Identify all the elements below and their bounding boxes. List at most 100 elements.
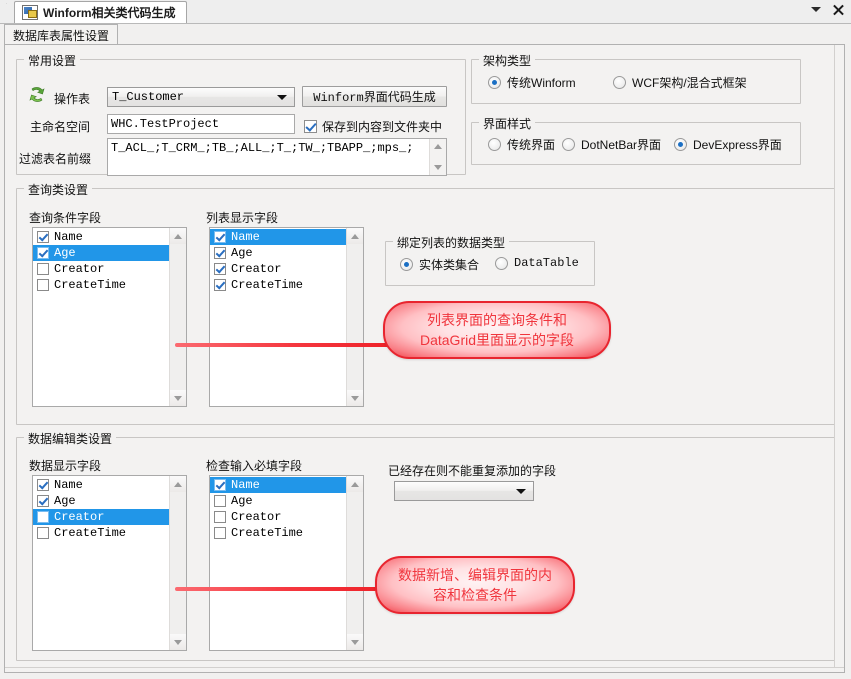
- list-item[interactable]: Creator: [210, 261, 346, 277]
- winform-icon: [22, 5, 38, 20]
- close-icon[interactable]: [832, 3, 845, 16]
- chevron-down-icon[interactable]: [811, 7, 821, 12]
- group-arch-type-title: 架构类型: [479, 52, 536, 69]
- scroll-up-icon[interactable]: [170, 228, 186, 244]
- listbox-data-display-fields[interactable]: Name Age Creator CreateTime: [32, 475, 187, 651]
- generate-winform-code-button[interactable]: Winform界面代码生成: [302, 86, 447, 107]
- list-item-checkbox[interactable]: [214, 279, 226, 291]
- list-item-checkbox[interactable]: [37, 479, 49, 491]
- query-callout-connector: [175, 343, 390, 347]
- radio-datatable[interactable]: DataTable: [495, 256, 579, 270]
- list-item-checkbox[interactable]: [214, 247, 226, 259]
- label-list-display-fields: 列表显示字段: [206, 211, 279, 225]
- list-item-label: Age: [231, 246, 253, 260]
- scroll-down-icon[interactable]: [170, 634, 186, 650]
- radio-devexpress-ui-label: DevExpress界面: [693, 138, 782, 152]
- app-window: Winform相关类代码生成 数据库表属性设置 常用设置 操作表 T_Custo…: [0, 0, 851, 679]
- scroll-up-icon[interactable]: [170, 476, 186, 492]
- group-bind-data-type-title: 绑定列表的数据类型: [393, 234, 510, 251]
- list-item-checkbox[interactable]: [214, 527, 226, 539]
- list-item-label: Name: [54, 230, 83, 244]
- label-required-input-fields: 检查输入必填字段: [206, 459, 303, 473]
- list-item[interactable]: Age: [210, 493, 346, 509]
- list-item[interactable]: Creator: [33, 261, 169, 277]
- listbox-scrollbar[interactable]: [346, 476, 363, 650]
- list-item-checkbox[interactable]: [37, 247, 49, 259]
- radio-indicator: [488, 76, 501, 89]
- list-item[interactable]: Name: [33, 229, 169, 245]
- scroll-up-icon[interactable]: [430, 139, 446, 154]
- list-item-checkbox[interactable]: [214, 511, 226, 523]
- listbox-list-display-fields[interactable]: Name Age Creator CreateTime: [209, 227, 364, 407]
- list-item-label: Name: [231, 230, 260, 244]
- radio-devexpress-ui[interactable]: DevExpress界面: [674, 136, 782, 153]
- radio-entity-collection[interactable]: 实体类集合: [400, 256, 479, 273]
- list-item-checkbox[interactable]: [37, 495, 49, 507]
- list-item-checkbox[interactable]: [37, 231, 49, 243]
- radio-indicator: [488, 138, 501, 151]
- group-common-settings: 常用设置 操作表 T_Customer Winform界面代码生成 主命名空间 …: [16, 52, 466, 176]
- list-item[interactable]: CreateTime: [33, 277, 169, 293]
- list-item[interactable]: Creator: [33, 509, 169, 525]
- main-namespace-value: WHC.TestProject: [111, 117, 220, 131]
- radio-traditional-winform-label: 传统Winform: [507, 76, 576, 90]
- list-item[interactable]: Age: [210, 245, 346, 261]
- radio-entity-collection-label: 实体类集合: [419, 258, 480, 272]
- listbox-scrollbar[interactable]: [346, 228, 363, 406]
- list-item-checkbox[interactable]: [214, 263, 226, 275]
- list-item[interactable]: CreateTime: [210, 525, 346, 541]
- list-item-checkbox[interactable]: [37, 511, 49, 523]
- scroll-up-icon[interactable]: [347, 228, 363, 244]
- scroll-down-icon[interactable]: [430, 160, 446, 175]
- list-item-checkbox[interactable]: [214, 495, 226, 507]
- radio-traditional-ui[interactable]: 传统界面: [488, 136, 555, 153]
- filter-prefix-scrollbar[interactable]: [429, 139, 446, 175]
- list-item-label: CreateTime: [54, 526, 127, 540]
- listbox-scrollbar[interactable]: [169, 228, 186, 406]
- operation-table-combo-value: T_Customer: [112, 90, 185, 104]
- page-tab-strip: 数据库表属性设置: [4, 24, 847, 45]
- client-inner: 常用设置 操作表 T_Customer Winform界面代码生成 主命名空间 …: [5, 45, 844, 672]
- list-item[interactable]: Age: [33, 493, 169, 509]
- listbox-scrollbar[interactable]: [169, 476, 186, 650]
- list-item[interactable]: Age: [33, 245, 169, 261]
- list-item[interactable]: CreateTime: [33, 525, 169, 541]
- main-namespace-input[interactable]: WHC.TestProject: [107, 114, 295, 134]
- list-item[interactable]: Name: [33, 477, 169, 493]
- list-item-checkbox[interactable]: [37, 263, 49, 275]
- save-to-folder-checkbox[interactable]: 保存到内容到文件夹中: [304, 118, 442, 135]
- list-item-checkbox[interactable]: [214, 231, 226, 243]
- radio-indicator: [674, 138, 687, 151]
- list-item-label: Name: [54, 478, 83, 492]
- operation-table-combo[interactable]: T_Customer: [107, 87, 295, 107]
- group-ui-style-title: 界面样式: [479, 115, 536, 132]
- generate-winform-code-label: Winform界面代码生成: [313, 91, 436, 105]
- scroll-down-icon[interactable]: [347, 390, 363, 406]
- scroll-down-icon[interactable]: [347, 634, 363, 650]
- listbox-items: Name Age Creator CreateTime: [33, 476, 169, 541]
- list-item-checkbox[interactable]: [37, 527, 49, 539]
- list-item-checkbox[interactable]: [214, 479, 226, 491]
- document-tab-winform[interactable]: Winform相关类代码生成: [14, 1, 187, 23]
- list-item-checkbox[interactable]: [37, 279, 49, 291]
- filter-prefix-value: T_ACL_;T_CRM_;TB_;ALL_;T_;TW_;TBAPP_;mps…: [111, 141, 414, 155]
- list-item[interactable]: Creator: [210, 509, 346, 525]
- list-item-label: Creator: [54, 510, 105, 524]
- radio-dotnetbar-ui[interactable]: DotNetBar界面: [562, 136, 661, 153]
- list-item[interactable]: Name: [210, 477, 346, 493]
- list-item[interactable]: Name: [210, 229, 346, 245]
- bottom-gutter: [5, 667, 844, 672]
- radio-traditional-winform[interactable]: 传统Winform: [488, 74, 576, 91]
- radio-wcf-hybrid[interactable]: WCF架构/混合式框架: [613, 74, 747, 91]
- scroll-down-icon[interactable]: [170, 390, 186, 406]
- unique-field-combo[interactable]: [394, 481, 534, 501]
- tab-db-table-properties[interactable]: 数据库表属性设置: [4, 24, 119, 45]
- listbox-items: Name Age Creator CreateTime: [210, 228, 346, 293]
- scroll-up-icon[interactable]: [347, 476, 363, 492]
- group-common-settings-title: 常用设置: [24, 52, 81, 69]
- listbox-query-condition-fields[interactable]: Name Age Creator CreateTime: [32, 227, 187, 407]
- list-item[interactable]: CreateTime: [210, 277, 346, 293]
- filter-prefix-input[interactable]: T_ACL_;T_CRM_;TB_;ALL_;T_;TW_;TBAPP_;mps…: [107, 138, 447, 176]
- listbox-required-input-fields[interactable]: Name Age Creator CreateTime: [209, 475, 364, 651]
- list-item-label: Creator: [231, 262, 282, 276]
